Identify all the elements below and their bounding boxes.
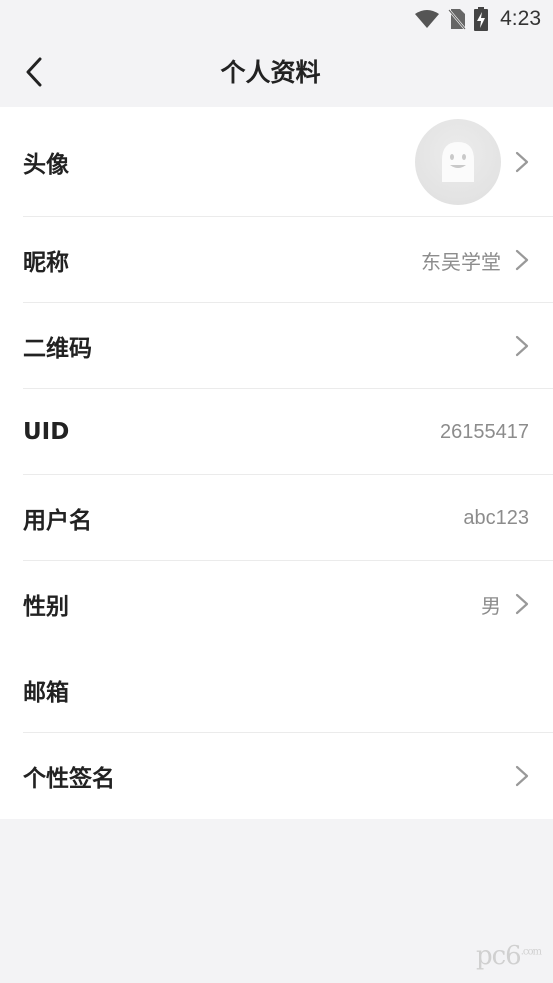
row-signature[interactable]: 个性签名 [0, 733, 553, 819]
row-label-qrcode: 二维码 [23, 336, 92, 362]
row-email[interactable]: 邮箱 [0, 647, 553, 733]
nickname-value: 东吴学堂 [421, 249, 501, 274]
chevron-right-icon [515, 765, 529, 787]
row-uid: UID 26155417 [0, 389, 553, 475]
watermark-suffix: .com [520, 946, 542, 958]
profile-list: 头像 昵称 东吴学堂 二维码 UID 26155417 用户名 abc123 性… [0, 107, 553, 819]
row-username: 用户名 abc123 [0, 475, 553, 561]
back-button[interactable] [12, 50, 56, 94]
gender-value: 男 [481, 593, 501, 618]
wifi-icon [414, 9, 440, 29]
row-nickname[interactable]: 昵称 东吴学堂 [0, 217, 553, 303]
watermark: pc6.com [475, 941, 542, 971]
chevron-right-icon [515, 151, 529, 173]
page-title: 个人资料 [0, 38, 553, 107]
page-title-text: 个人资料 [220, 58, 321, 87]
username-value: abc123 [463, 506, 529, 529]
row-label-signature: 个性签名 [23, 766, 115, 792]
row-gender[interactable]: 性别 男 [0, 561, 553, 647]
status-time: 4:23 [500, 7, 541, 30]
avatar[interactable] [415, 119, 501, 205]
row-label-gender: 性别 [23, 594, 69, 620]
row-label-username: 用户名 [23, 508, 92, 534]
ghost-avatar-icon [438, 140, 478, 184]
chevron-right-icon [515, 593, 529, 615]
row-label-uid: UID [23, 419, 70, 445]
uid-value: 26155417 [440, 420, 529, 443]
chevron-left-icon [25, 57, 43, 87]
row-label-nickname: 昵称 [23, 250, 69, 276]
row-avatar[interactable]: 头像 [0, 107, 553, 217]
status-bar: 4:23 [0, 0, 553, 38]
row-label-email: 邮箱 [23, 680, 69, 706]
chevron-right-icon [515, 249, 529, 271]
row-qrcode[interactable]: 二维码 [0, 303, 553, 389]
chevron-right-icon [515, 335, 529, 357]
row-label-avatar: 头像 [23, 152, 69, 178]
nav-bar: 个人资料 [0, 38, 553, 107]
watermark-text: pc6 [475, 941, 522, 971]
battery-charging-icon [474, 7, 489, 31]
no-sim-icon [448, 8, 467, 30]
